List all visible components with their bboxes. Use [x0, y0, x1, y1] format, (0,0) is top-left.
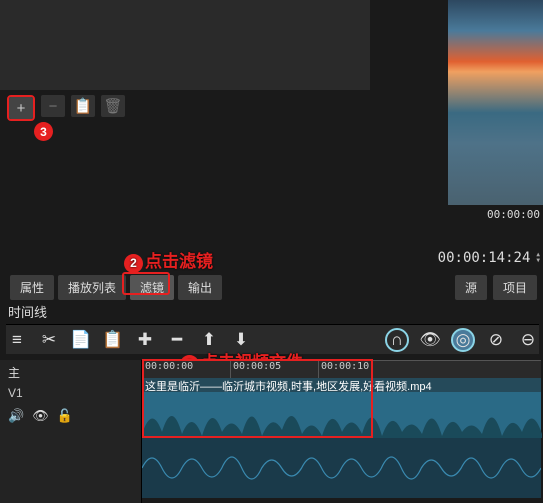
- annotation-badge-2: 2: [124, 254, 143, 273]
- ripple-button[interactable]: ◎: [451, 328, 475, 352]
- arrow-down-icon: ⬇: [234, 330, 248, 350]
- trash-icon: 🗑: [103, 97, 122, 115]
- filter-toolbar: + − 📋 🗑: [7, 95, 125, 121]
- track-headers: 主 V1 🔊 👁 🔓: [0, 360, 142, 503]
- target-icon: ◎: [456, 330, 471, 350]
- eye-icon: 👁: [419, 330, 441, 350]
- copy-button[interactable]: 📄: [70, 329, 92, 351]
- speaker-icon: 🔊: [8, 408, 24, 423]
- video-clip[interactable]: 这里是临沂——临沂城市视频,时事,地区发展,好看视频.mp4: [142, 378, 541, 438]
- eye2-icon: 👁: [32, 408, 49, 423]
- tab-filter[interactable]: 滤镜: [130, 275, 174, 300]
- minus2-icon: ━: [172, 330, 182, 350]
- track-lock-button[interactable]: 🔓: [57, 408, 73, 424]
- track-hide-button[interactable]: 👁: [32, 408, 49, 424]
- audio-waveform: [142, 438, 541, 498]
- plus-icon: +: [17, 100, 26, 117]
- add-filter-button[interactable]: +: [9, 97, 33, 119]
- audio-track-area[interactable]: [142, 438, 541, 498]
- scissors-icon: ✂: [42, 330, 56, 350]
- ruler-tick-2: 00:00:10: [318, 361, 406, 378]
- video-preview-thumb[interactable]: [448, 0, 543, 205]
- annotation-badge-3: 3: [34, 122, 53, 141]
- main-timecode[interactable]: 00:00:14:24 ▲▼: [438, 250, 540, 266]
- timeline-menu-button[interactable]: ≡: [6, 329, 28, 351]
- timeline-section-label: 时间线: [8, 302, 47, 321]
- tab-project[interactable]: 项目: [493, 275, 537, 300]
- ruler-tick-0: 00:00:00: [142, 361, 230, 378]
- plus2-icon: ✚: [138, 330, 152, 350]
- zoom-out-button[interactable]: ⊖: [517, 329, 539, 351]
- arrow-up-icon: ⬆: [202, 330, 216, 350]
- tab-playlist[interactable]: 播放列表: [58, 275, 126, 300]
- ruler-tick-1: 00:00:05: [230, 361, 318, 378]
- ripple-all-button[interactable]: ⊘: [485, 329, 507, 351]
- magnet-icon: ∩: [391, 330, 403, 350]
- unlock-icon: 🔓: [57, 408, 73, 423]
- menu-icon: ≡: [12, 330, 22, 350]
- track-header-main[interactable]: 主: [0, 360, 141, 380]
- clip-waveform: [142, 394, 542, 438]
- track-v1-label: V1: [8, 386, 133, 400]
- paste-button[interactable]: 📋: [102, 329, 124, 351]
- track-header-v1[interactable]: V1 🔊 👁 🔓: [0, 380, 141, 440]
- tab-source[interactable]: 源: [455, 275, 487, 300]
- tab-output[interactable]: 输出: [178, 275, 222, 300]
- tab-attributes[interactable]: 属性: [10, 275, 54, 300]
- track-mute-button[interactable]: 🔊: [8, 408, 24, 424]
- clipboard2-icon: 📋: [102, 330, 123, 350]
- annotation-step2: 2点击滤镜: [124, 247, 213, 273]
- panel-tabs-left: 属性 播放列表 滤镜 输出: [10, 275, 222, 300]
- track-v1-controls: 🔊 👁 🔓: [8, 408, 133, 424]
- timecode-spinner[interactable]: ▲▼: [536, 252, 540, 264]
- timecode-value: 00:00:14:24: [438, 250, 531, 266]
- remove-filter-button[interactable]: −: [41, 95, 65, 117]
- append-button[interactable]: ✚: [134, 329, 156, 351]
- zoom-out-icon: ⊖: [521, 330, 535, 350]
- cut-button[interactable]: ✂: [38, 329, 60, 351]
- filter-preview-panel: [0, 0, 370, 90]
- stop-icon: ⊘: [489, 330, 503, 350]
- panel-tabs-right: 源 项目: [455, 275, 537, 300]
- scrub-audio-button[interactable]: 👁: [419, 329, 441, 351]
- clipboard-icon: 📄: [70, 330, 91, 350]
- clip-title: 这里是临沂——临沂城市视频,时事,地区发展,好看视频.mp4: [142, 378, 541, 392]
- delete-filter-button[interactable]: 🗑: [101, 95, 125, 117]
- minus-icon: −: [49, 98, 58, 115]
- timeline-ruler[interactable]: 00:00:00 00:00:05 00:00:10: [142, 360, 541, 378]
- copy-icon: 📋: [74, 97, 93, 115]
- snap-button[interactable]: ∩: [385, 328, 409, 352]
- preview-timecode: 00:00:00: [487, 208, 540, 221]
- copy-filter-button[interactable]: 📋: [71, 95, 95, 117]
